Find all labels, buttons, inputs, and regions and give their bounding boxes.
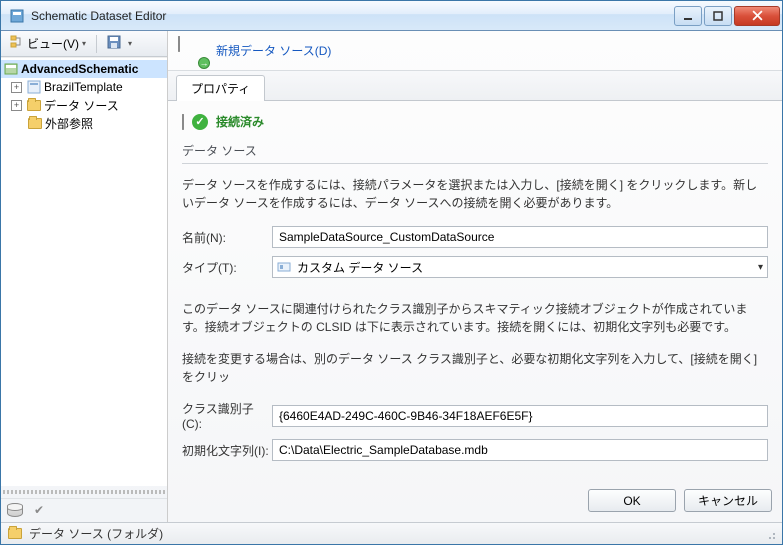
tree-item-template[interactable]: + BrazilTemplate (1, 78, 167, 96)
right-pane: → 新規データ ソース(D) プロパティ ✓ 接続済み データ ソース (168, 31, 782, 522)
expand-icon[interactable]: + (11, 82, 22, 93)
dataset-tree[interactable]: AdvancedSchematic + BrazilTemplate + (1, 57, 167, 486)
tree-label: BrazilTemplate (44, 80, 123, 94)
clsid-input[interactable] (272, 405, 768, 427)
toolbar-separator (96, 35, 97, 53)
window-controls (674, 6, 780, 26)
new-datasource-link[interactable]: 新規データ ソース(D) (216, 42, 331, 59)
main-split: ビュー(V) ▾ ▾ (1, 31, 782, 522)
type-label: タイプ(T): (182, 259, 272, 276)
chevron-down-icon: ▾ (758, 262, 763, 273)
tree-item-datasources[interactable]: + データ ソース (1, 96, 167, 114)
clsid-label: クラス識別子(C): (182, 400, 272, 431)
cancel-button[interactable]: キャンセル (684, 489, 772, 512)
db-icon[interactable] (7, 502, 23, 518)
tab-content: ✓ 接続済み データ ソース データ ソースを作成するには、接続パラメータを選択… (168, 101, 782, 483)
status-row: ✓ 接続済み (182, 113, 768, 130)
tabbar: プロパティ (168, 71, 782, 101)
tree-label: 外部参照 (45, 115, 93, 132)
folder-icon (7, 526, 23, 542)
check-icon[interactable]: ✔ (31, 502, 47, 518)
app-icon (9, 8, 25, 24)
row-clsid: クラス識別子(C): (182, 400, 768, 431)
folder-icon (26, 97, 42, 113)
chevron-down-icon: ▾ (128, 39, 132, 48)
tab-properties[interactable]: プロパティ (176, 75, 265, 101)
row-type: タイプ(T): カスタム データ ソース ▾ (182, 256, 768, 278)
pane-splitter[interactable] (3, 490, 165, 494)
type-select[interactable]: カスタム データ ソース ▾ (272, 256, 768, 278)
ok-button[interactable]: OK (588, 489, 676, 512)
type-value: カスタム データ ソース (297, 259, 423, 276)
left-toolbar: ビュー(V) ▾ ▾ (1, 31, 167, 57)
maximize-button[interactable] (704, 6, 732, 26)
view-menu-label: ビュー(V) (27, 35, 79, 52)
group-header: データ ソース (182, 142, 768, 164)
row-init: 初期化文字列(I): (182, 439, 768, 461)
close-button[interactable] (734, 6, 780, 26)
expand-icon[interactable]: + (11, 100, 22, 111)
row-name: 名前(N): (182, 226, 768, 248)
left-bottom-icons: ✔ (1, 498, 167, 522)
db-status-icon (182, 115, 184, 129)
tree-item-root[interactable]: AdvancedSchematic (1, 60, 167, 78)
left-pane: ビュー(V) ▾ ▾ (1, 31, 168, 522)
save-button[interactable] (102, 34, 126, 54)
statusbar-text: データ ソース (フォルダ) (29, 525, 163, 542)
init-input[interactable] (272, 439, 768, 461)
datasource-large-icon: → (178, 37, 206, 65)
init-label: 初期化文字列(I): (182, 442, 272, 459)
dialog-buttons: OK キャンセル (168, 483, 782, 522)
statusbar: データ ソース (フォルダ) (1, 522, 782, 544)
minimize-button[interactable] (674, 6, 702, 26)
client-area: ビュー(V) ▾ ▾ (1, 31, 782, 544)
folder-icon (27, 115, 43, 131)
tree-view-icon (10, 35, 24, 52)
window-title: Schematic Dataset Editor (31, 9, 674, 23)
view-menu-button[interactable]: ビュー(V) ▾ (5, 34, 91, 54)
template-icon (26, 79, 42, 95)
dataset-icon (3, 61, 19, 77)
help-text-1: データ ソースを作成するには、接続パラメータを選択または入力し、[接続を開く] … (182, 176, 768, 212)
help-text-2: このデータ ソースに関連付けられたクラス識別子からスキマティック接続オブジェクト… (182, 300, 768, 336)
tab-label: プロパティ (191, 82, 250, 96)
status-text: 接続済み (216, 113, 264, 130)
tree-item-external[interactable]: 外部参照 (1, 114, 167, 132)
titlebar: Schematic Dataset Editor (1, 1, 782, 31)
custom-type-icon (277, 260, 291, 274)
right-header: → 新規データ ソース(D) (168, 31, 782, 71)
name-label: 名前(N): (182, 229, 272, 246)
chevron-down-icon: ▾ (82, 39, 86, 48)
save-icon (107, 35, 121, 52)
tree-label: AdvancedSchematic (21, 62, 138, 76)
help-text-3: 接続を変更する場合は、別のデータ ソース クラス識別子と、必要な初期化文字列を入… (182, 350, 768, 386)
tree-label: データ ソース (44, 97, 119, 114)
name-input[interactable] (272, 226, 768, 248)
resize-grip-icon[interactable] (764, 528, 776, 540)
ok-check-icon: ✓ (192, 114, 208, 130)
app-window: Schematic Dataset Editor (0, 0, 783, 545)
